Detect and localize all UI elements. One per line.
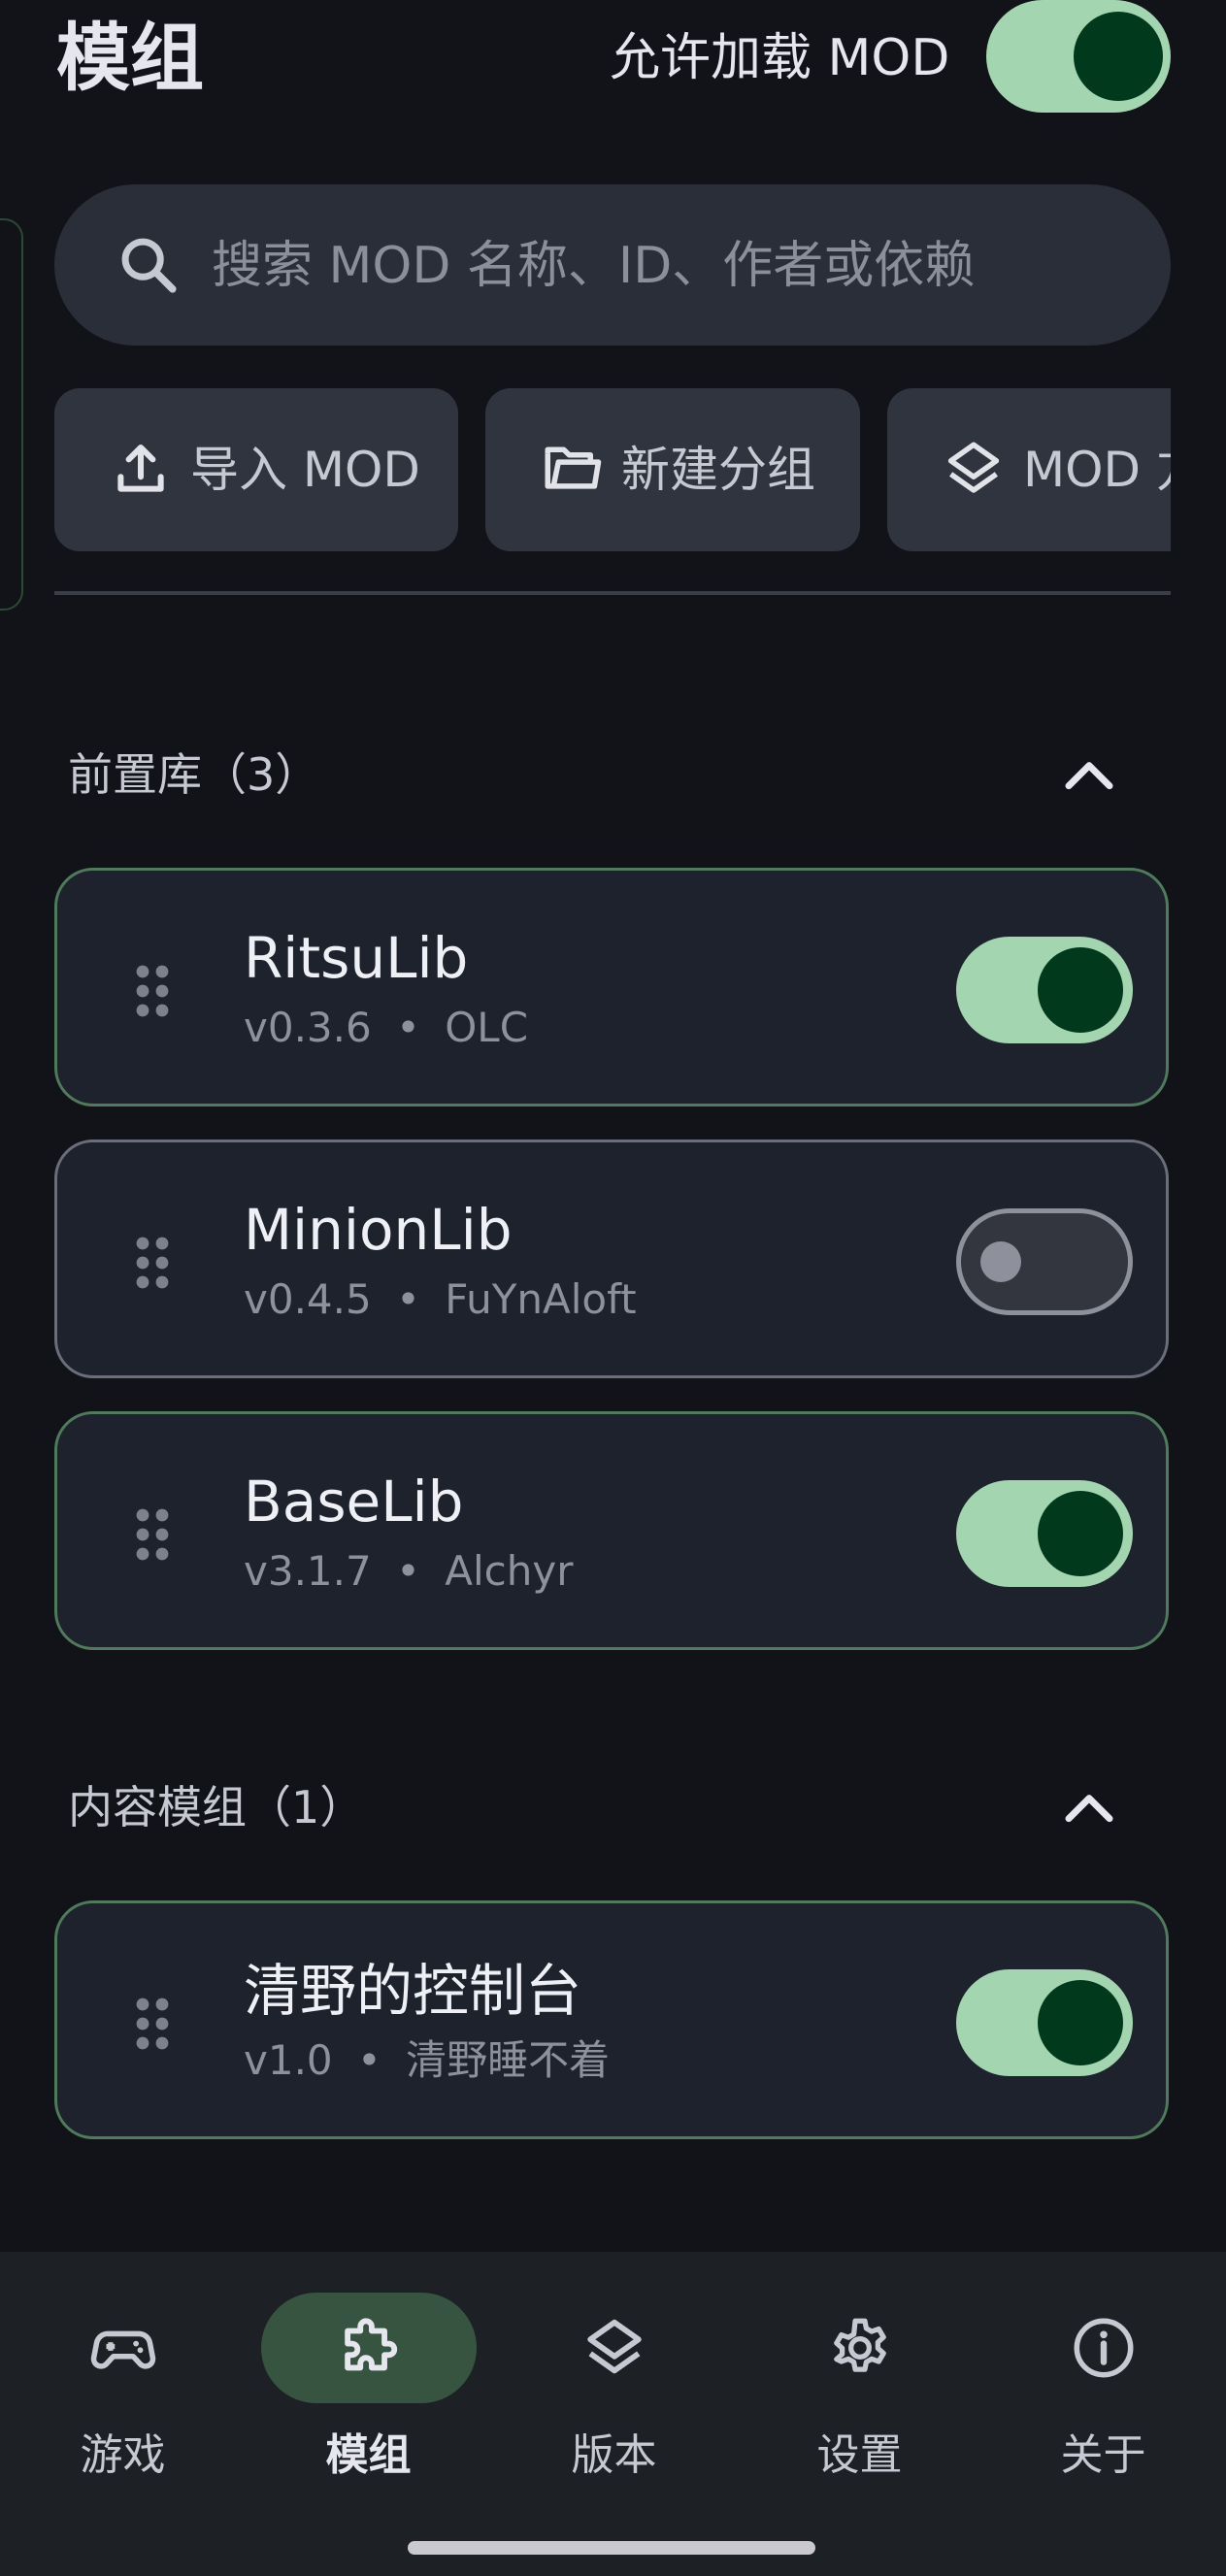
- mod-card[interactable]: BaseLib v3.1.7 • Alchyr: [54, 1411, 1169, 1650]
- toggle-knob: [1038, 1980, 1123, 2065]
- mod-name: BaseLib: [244, 1469, 464, 1535]
- meta-separator: •: [396, 1275, 420, 1323]
- mod-meta: v1.0 • 清野睡不着: [244, 2031, 610, 2090]
- mod-enable-toggle[interactable]: [956, 1480, 1133, 1587]
- folder-icon: [545, 446, 602, 489]
- nav-item-version[interactable]: 版本: [491, 2252, 737, 2576]
- section-title-content-mods: 内容模组（1）: [68, 1781, 365, 1833]
- mod-profile-button[interactable]: MOD 方: [887, 388, 1171, 551]
- mod-meta: v0.4.5 • FuYnAloft: [244, 1271, 637, 1329]
- chevron-up-icon[interactable]: [1062, 755, 1116, 794]
- new-group-label: 新建分组: [621, 442, 815, 498]
- mod-version: v0.3.6: [244, 1004, 372, 1051]
- mod-name: RitsuLib: [244, 925, 469, 991]
- section-title-dependencies: 前置库（3）: [68, 748, 320, 801]
- new-group-button[interactable]: 新建分组: [485, 388, 860, 551]
- mod-author: Alchyr: [445, 1547, 574, 1595]
- search-bar[interactable]: [54, 184, 1171, 346]
- mod-author: OLC: [445, 1004, 529, 1051]
- gamepad-icon: [90, 2330, 156, 2369]
- toggle-knob: [1038, 1491, 1123, 1576]
- search-input[interactable]: [210, 223, 1126, 309]
- upload-icon: [117, 444, 164, 492]
- drag-handle-icon[interactable]: [133, 962, 172, 1020]
- side-drawer-handle[interactable]: [0, 218, 23, 611]
- allow-mod-label: 允许加载 MOD: [610, 29, 950, 87]
- nav-label: 版本: [571, 2430, 657, 2480]
- meta-separator: •: [357, 2036, 381, 2084]
- action-chip-row: 导入 MOD 新建分组 MOD 方: [54, 388, 1171, 553]
- nav-label: 游戏: [80, 2430, 166, 2480]
- bottom-navigation: 游戏 模组 版本 设置 关于: [0, 2252, 1226, 2576]
- import-mod-button[interactable]: 导入 MOD: [54, 388, 458, 551]
- mod-profile-label: MOD 方: [1023, 442, 1171, 498]
- mod-version: v0.4.5: [244, 1275, 372, 1323]
- nav-label: 模组: [325, 2430, 412, 2480]
- allow-mod-toggle[interactable]: [986, 0, 1171, 113]
- mod-enable-toggle[interactable]: [956, 1969, 1133, 2076]
- nav-label: 关于: [1060, 2430, 1146, 2480]
- toggle-knob: [1038, 947, 1123, 1033]
- mod-version: v1.0: [244, 2036, 333, 2084]
- divider: [54, 591, 1171, 595]
- home-indicator[interactable]: [408, 2541, 815, 2555]
- meta-separator: •: [396, 1547, 420, 1595]
- toggle-knob: [980, 1241, 1021, 1282]
- puzzle-icon: [345, 2318, 398, 2371]
- nav-label: 设置: [816, 2430, 903, 2480]
- gear-icon: [834, 2318, 886, 2372]
- chevron-up-icon[interactable]: [1062, 1788, 1116, 1827]
- mod-name: 清野的控制台: [244, 1958, 582, 2024]
- nav-item-about[interactable]: 关于: [980, 2252, 1226, 2576]
- mod-author: FuYnAloft: [445, 1275, 637, 1323]
- import-mod-label: 导入 MOD: [190, 442, 420, 498]
- mod-name: MinionLib: [244, 1197, 513, 1263]
- edge-mask: [1171, 0, 1226, 126]
- mod-meta: v3.1.7 • Alchyr: [244, 1542, 573, 1601]
- mod-card[interactable]: 清野的控制台 v1.0 • 清野睡不着: [54, 1900, 1169, 2139]
- page-title: 模组: [56, 15, 204, 101]
- drag-handle-icon[interactable]: [133, 1505, 172, 1564]
- layers-icon: [587, 2319, 642, 2374]
- toggle-knob: [1074, 12, 1163, 101]
- info-icon: [1074, 2318, 1134, 2378]
- meta-separator: •: [396, 1004, 420, 1051]
- search-icon: [121, 238, 177, 293]
- mod-author: 清野睡不着: [406, 2036, 611, 2084]
- mod-card[interactable]: RitsuLib v0.3.6 • OLC: [54, 868, 1169, 1106]
- drag-handle-icon[interactable]: [133, 1995, 172, 2053]
- mod-enable-toggle[interactable]: [956, 937, 1133, 1043]
- mod-card[interactable]: MinionLib v0.4.5 • FuYnAloft: [54, 1139, 1169, 1378]
- mod-enable-toggle[interactable]: [956, 1208, 1133, 1315]
- mod-version: v3.1.7: [244, 1547, 372, 1595]
- nav-item-mods[interactable]: 模组: [246, 2252, 491, 2576]
- nav-item-settings[interactable]: 设置: [737, 2252, 982, 2576]
- mod-meta: v0.3.6 • OLC: [244, 999, 528, 1057]
- layers-icon: [947, 442, 1000, 493]
- drag-handle-icon[interactable]: [133, 1234, 172, 1292]
- nav-item-game[interactable]: 游戏: [0, 2252, 246, 2576]
